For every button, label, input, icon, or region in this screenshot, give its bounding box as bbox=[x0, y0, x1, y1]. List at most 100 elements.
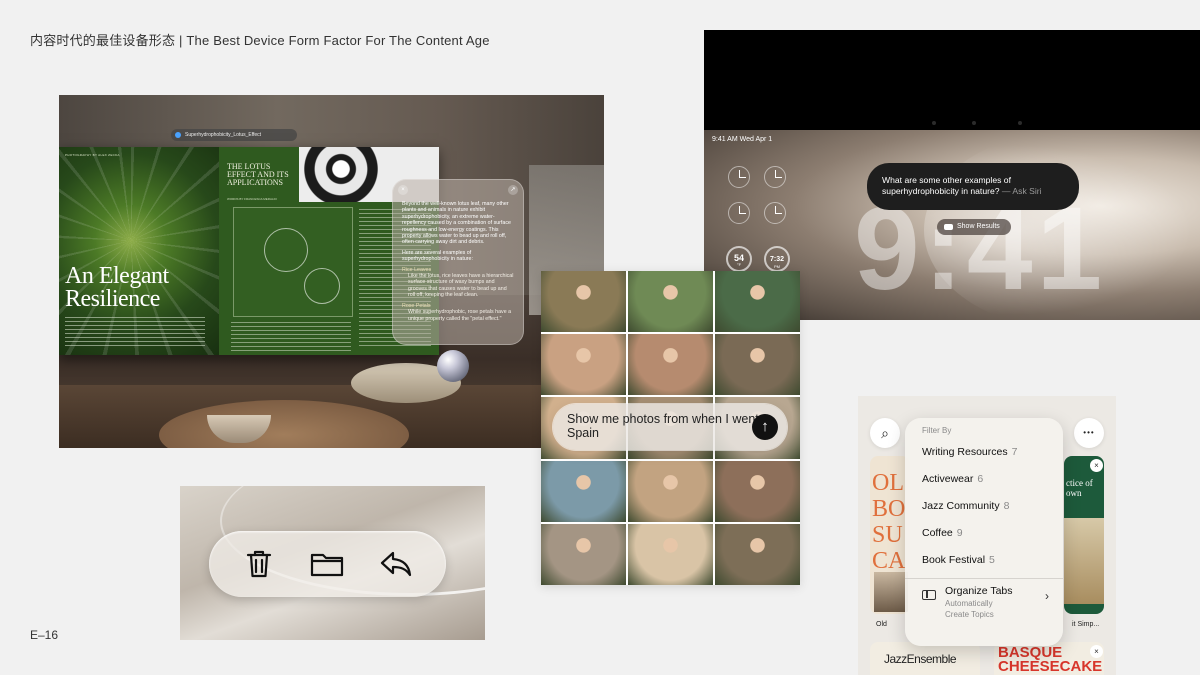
siri-query-text: What are some other examples of superhyd… bbox=[882, 175, 1011, 196]
filter-menu: Filter By Writing Resources 7 Activewear 6 J… bbox=[905, 418, 1063, 646]
show-results-button[interactable]: Show Results bbox=[937, 219, 1011, 235]
expand-icon[interactable]: ↗ bbox=[508, 185, 518, 195]
tab-card-bottom-right[interactable]: BASQUE CHEESECAKE bbox=[994, 642, 1104, 675]
siri-answer-card[interactable]: × ↗ Beyond the well-known lotus leaf, ma… bbox=[392, 179, 524, 345]
glass-toolbar bbox=[209, 531, 446, 597]
close-icon[interactable]: × bbox=[1090, 645, 1103, 658]
tab-right-image bbox=[1064, 518, 1104, 604]
url-bar[interactable]: Superhydrophobicity_Lotus_Effect bbox=[171, 129, 297, 141]
photo-credit: PHOTOGRAPHY BY ALEX ZECKA bbox=[65, 153, 120, 157]
sunset-widget[interactable]: 7:32 PM bbox=[764, 246, 790, 272]
clock-icon bbox=[764, 202, 786, 224]
tab-left-caption: Old bbox=[876, 621, 887, 628]
magazine-spread[interactable]: PHOTOGRAPHY BY ALEX ZECKA An Elegant Res… bbox=[59, 147, 439, 355]
ask-siri-label: — Ask Siri bbox=[1001, 186, 1042, 196]
photo-thumbnail[interactable] bbox=[715, 334, 800, 396]
photo-thumbnail[interactable] bbox=[541, 271, 626, 333]
magazine-left-page: PHOTOGRAPHY BY ALEX ZECKA An Elegant Res… bbox=[59, 147, 219, 355]
filter-label: Book Festival bbox=[922, 554, 986, 566]
status-bar-time: 9:41 AM Wed Apr 1 bbox=[712, 136, 773, 143]
tab-card-left[interactable]: OL BO SU CA bbox=[870, 456, 910, 614]
filter-label: Writing Resources bbox=[922, 446, 1008, 458]
camera-sensors bbox=[932, 121, 1022, 125]
headline-line-1: An Elegant bbox=[65, 263, 169, 289]
organize-sub-2: Create Topics bbox=[945, 610, 994, 619]
photo-thumbnail[interactable] bbox=[715, 523, 800, 585]
photo-thumbnail[interactable] bbox=[628, 271, 713, 333]
magazine-body-text bbox=[65, 317, 205, 349]
filter-count: 9 bbox=[956, 527, 963, 539]
weather-widget[interactable]: 54 °F bbox=[726, 246, 752, 272]
tab-right-text: ctice of own bbox=[1066, 478, 1093, 498]
sunset-value: 7:32 bbox=[769, 256, 784, 263]
clock-icon bbox=[728, 202, 750, 224]
filter-label: Activewear bbox=[922, 473, 974, 485]
close-icon[interactable]: × bbox=[1090, 459, 1103, 472]
sunset-unit: PM bbox=[774, 264, 780, 269]
answer-paragraph-2: Here are several examples of superhydrop… bbox=[402, 249, 473, 263]
photo-thumbnail[interactable] bbox=[628, 460, 713, 522]
photo-thumbnail[interactable] bbox=[628, 334, 713, 396]
filter-header: Filter By bbox=[922, 426, 952, 435]
clock-icon bbox=[728, 166, 750, 188]
sidebar-icon bbox=[922, 590, 936, 600]
search-icon[interactable]: ⌕ bbox=[870, 418, 900, 448]
site-icon bbox=[175, 132, 181, 138]
filter-item[interactable]: Jazz Community 8 bbox=[905, 497, 1063, 524]
tab-card-right[interactable]: ctice of own bbox=[1064, 456, 1104, 614]
close-icon[interactable]: × bbox=[398, 185, 408, 195]
photo-thumbnail[interactable] bbox=[541, 334, 626, 396]
slide-title: 内容时代的最佳设备形态 | The Best Device Form Facto… bbox=[30, 33, 490, 48]
filter-item[interactable]: Activewear 6 bbox=[905, 470, 1063, 497]
weather-unit: °F bbox=[736, 262, 742, 267]
chevron-right-icon: › bbox=[1045, 589, 1049, 603]
article-title: THE LOTUS EFFECT AND ITS APPLICATIONS bbox=[227, 162, 289, 187]
article-byline: WORDS BY FRANCESCA MERALDI bbox=[227, 197, 277, 201]
vision-pro-screenshot: Superhydrophobicity_Lotus_Effect PHOTOGR… bbox=[59, 95, 604, 448]
safari-tab-filter-screenshot: ⌕ ••• OL BO SU CA Old ctice of own × it … bbox=[858, 396, 1116, 675]
folder-icon[interactable] bbox=[309, 546, 345, 582]
more-icon[interactable]: ••• bbox=[1074, 418, 1104, 448]
photo-thumbnail[interactable] bbox=[715, 271, 800, 333]
droplet-diagram bbox=[233, 207, 353, 317]
tab-left-image bbox=[874, 572, 908, 612]
organize-tabs-button[interactable]: Organize Tabs Automatically Create Topic… bbox=[905, 585, 1063, 625]
siri-query-bubble[interactable]: What are some other examples of superhyd… bbox=[867, 163, 1079, 210]
filter-count: 8 bbox=[1003, 500, 1010, 512]
clock-icon bbox=[764, 166, 786, 188]
photo-thumbnail[interactable] bbox=[628, 523, 713, 585]
photos-query-text: Show me photos from when I went to Spain bbox=[567, 412, 773, 440]
example-text-2: While superhydrophobic, rose petals have… bbox=[408, 309, 512, 322]
example-text-1: Like the lotus, rice leaves have a hiera… bbox=[408, 273, 514, 299]
tab-bottom-left-text: JazzEnsemble bbox=[884, 652, 957, 666]
menu-divider bbox=[905, 578, 1063, 579]
filter-item[interactable]: Coffee 9 bbox=[905, 524, 1063, 551]
page-number: E–16 bbox=[30, 628, 59, 642]
send-arrow-icon[interactable]: ↑ bbox=[752, 414, 778, 440]
photos-search-field[interactable]: Show me photos from when I went to Spain… bbox=[553, 404, 787, 450]
headline-line-2: Resilience bbox=[65, 286, 160, 312]
magazine-headline: An Elegant Resilience bbox=[65, 263, 169, 312]
device-bezel bbox=[704, 30, 1200, 130]
photo-thumbnail[interactable] bbox=[715, 460, 800, 522]
answer-paragraph-1: Beyond the well-known lotus leaf, many o… bbox=[402, 201, 511, 246]
filter-count: 7 bbox=[1011, 446, 1018, 458]
url-text: Superhydrophobicity_Lotus_Effect bbox=[185, 132, 262, 138]
photos-search-screenshot: Show me photos from when I went to Spain… bbox=[541, 271, 800, 585]
reply-icon[interactable] bbox=[378, 546, 414, 582]
tab-bottom-right-text: BASQUE CHEESECAKE bbox=[998, 644, 1103, 675]
siri-orb-icon[interactable] bbox=[437, 350, 469, 382]
article-column-bottom bbox=[231, 322, 351, 352]
filter-item[interactable]: Book Festival 5 bbox=[905, 551, 1063, 578]
tab-right-caption: it Simp... bbox=[1072, 621, 1100, 628]
filter-count: 5 bbox=[989, 554, 995, 566]
tab-card-bottom-left[interactable]: JazzEnsemble bbox=[870, 642, 980, 675]
photo-thumbnail[interactable] bbox=[541, 460, 626, 522]
filter-count: 6 bbox=[977, 473, 984, 485]
filter-label: Jazz Community bbox=[922, 500, 1000, 512]
filter-item[interactable]: Writing Resources 7 bbox=[905, 443, 1063, 470]
visionos-toolbar-screenshot bbox=[180, 486, 485, 640]
trash-icon[interactable] bbox=[241, 546, 277, 582]
photo-thumbnail[interactable] bbox=[541, 523, 626, 585]
filter-label: Coffee bbox=[922, 527, 953, 539]
